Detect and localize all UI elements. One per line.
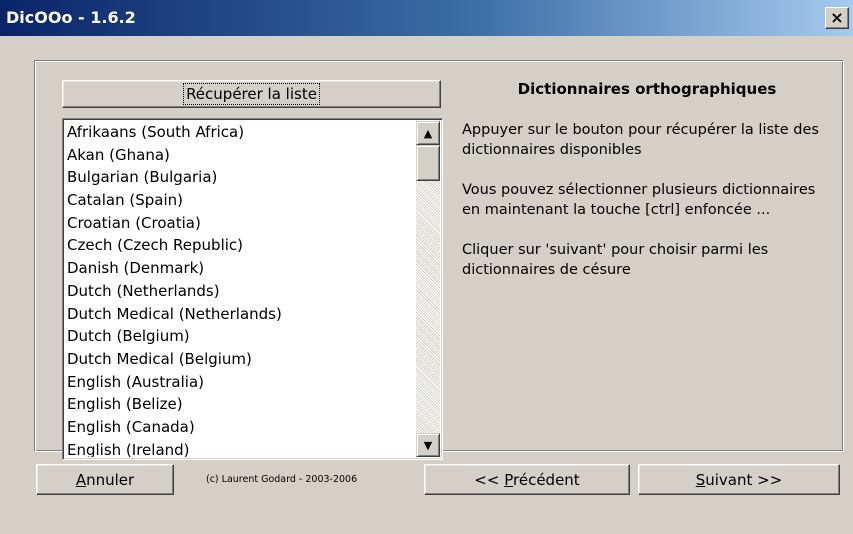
close-button[interactable]: ×	[825, 7, 849, 29]
list-item[interactable]: Dutch (Netherlands)	[65, 280, 415, 303]
list-item[interactable]: Czech (Czech Republic)	[65, 234, 415, 257]
dictionary-listbox[interactable]: Afrikaans (South Africa) Akan (Ghana) Bulg…	[62, 118, 443, 460]
scroll-thumb[interactable]	[416, 145, 440, 181]
list-item[interactable]: Afrikaans (South Africa)	[65, 121, 415, 144]
cancel-label: Annuler	[75, 470, 135, 489]
info-paragraph-next: Cliquer sur 'suivant' pour choisir parmi…	[462, 242, 769, 278]
list-item[interactable]: Catalan (Spain)	[65, 189, 415, 212]
list-item[interactable]: English (Ireland)	[65, 439, 415, 457]
list-item[interactable]: Akan (Ghana)	[65, 144, 415, 167]
dictionary-list-items: Afrikaans (South Africa) Akan (Ghana) Bulg…	[65, 121, 415, 457]
arrow-up-icon: ▲	[423, 126, 433, 140]
title-bar[interactable]: DicOOo - 1.6.2 ×	[0, 0, 853, 36]
info-paragraph-fetch: Appuyer sur le bouton pour récupérer la …	[462, 122, 819, 158]
list-scrollbar[interactable]: ▲ ▼	[416, 121, 440, 457]
next-label: Suivant >>	[695, 470, 783, 489]
info-paragraph-multiselect: Vous pouvez sélectionner plusieurs dicti…	[462, 182, 816, 218]
list-item[interactable]: Dutch (Belgium)	[65, 325, 415, 348]
info-title: Dictionnaires orthographiques	[517, 80, 777, 98]
previous-button[interactable]: << Précédent	[424, 464, 630, 495]
close-icon: ×	[830, 8, 844, 27]
list-item[interactable]: Bulgarian (Bulgaria)	[65, 166, 415, 189]
scroll-up-button[interactable]: ▲	[416, 121, 440, 145]
list-item[interactable]: Dutch Medical (Belgium)	[65, 348, 415, 371]
list-item[interactable]: English (Belize)	[65, 393, 415, 416]
list-item[interactable]: Dutch Medical (Netherlands)	[65, 303, 415, 326]
copyright-text: (c) Laurent Godard - 2003-2006	[206, 474, 358, 485]
cancel-button[interactable]: Annuler	[36, 464, 174, 495]
next-button[interactable]: Suivant >>	[638, 464, 840, 495]
list-item[interactable]: English (Canada)	[65, 416, 415, 439]
window-title: DicOOo - 1.6.2	[6, 8, 136, 27]
arrow-down-icon: ▼	[423, 438, 433, 452]
fetch-list-button[interactable]: Récupérer la liste	[62, 80, 441, 108]
previous-label: << Précédent	[474, 470, 580, 489]
list-item[interactable]: English (Australia)	[65, 371, 415, 394]
list-item[interactable]: Danish (Denmark)	[65, 257, 415, 280]
scroll-down-button[interactable]: ▼	[416, 433, 440, 457]
fetch-list-label: Récupérer la liste	[183, 83, 320, 105]
list-item[interactable]: Croatian (Croatia)	[65, 212, 415, 235]
